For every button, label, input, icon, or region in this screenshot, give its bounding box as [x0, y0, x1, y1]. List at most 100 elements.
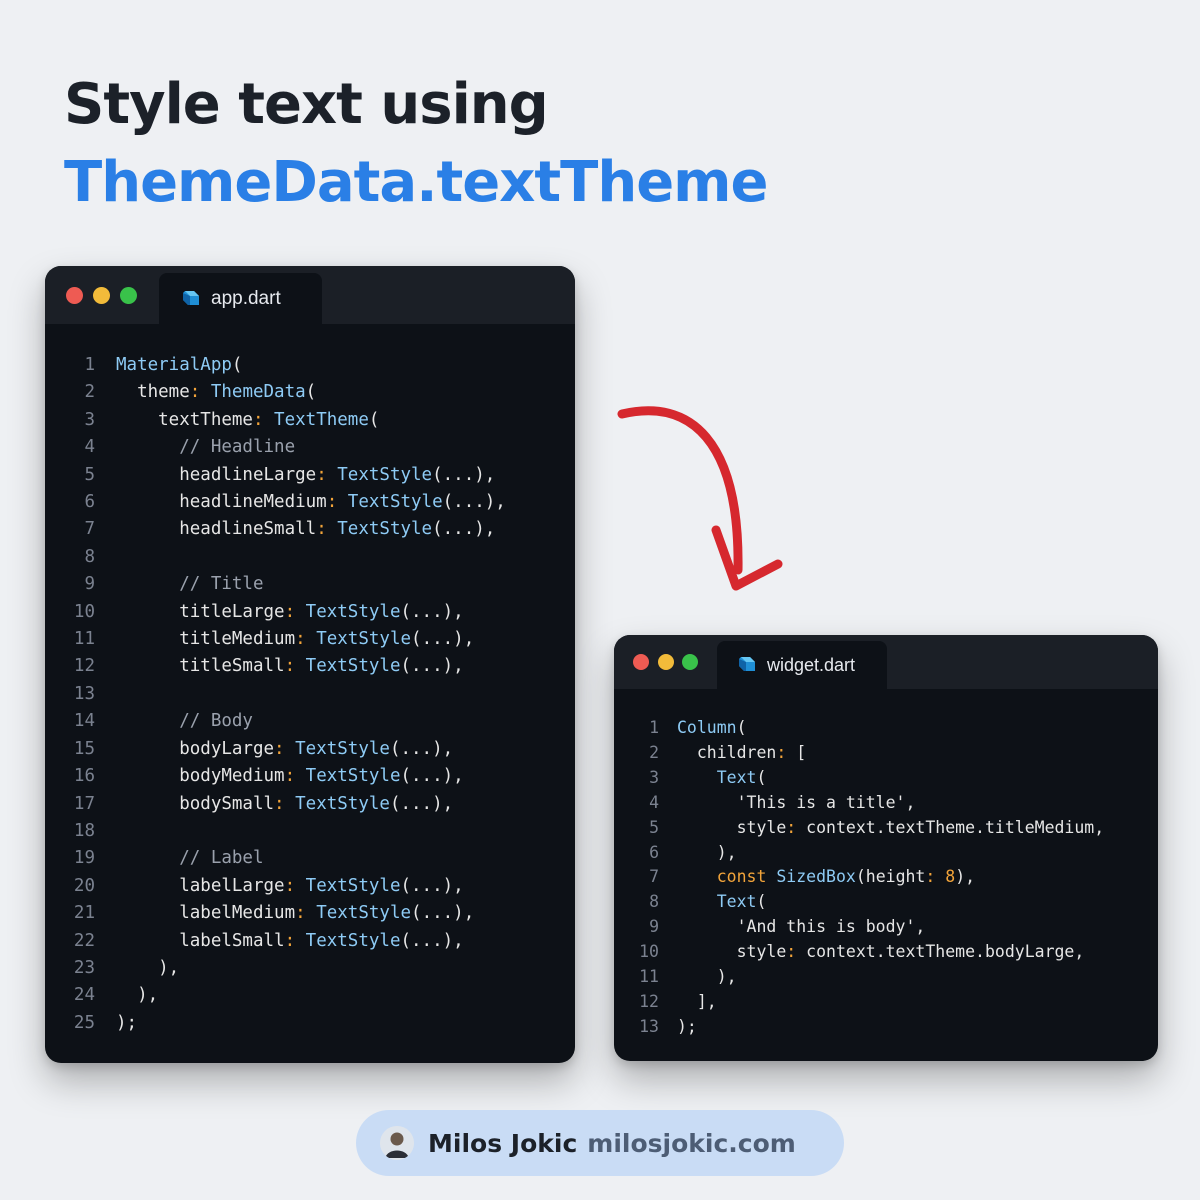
- line-number: 3: [649, 767, 659, 787]
- code-token: titleLarge: [116, 601, 285, 622]
- minimize-window-button[interactable]: [658, 654, 674, 670]
- code-token: headlineMedium: [116, 492, 327, 513]
- line-number: 25: [73, 1012, 95, 1033]
- code-token: (...),: [400, 766, 464, 787]
- file-tab-app[interactable]: app.dart: [159, 273, 322, 324]
- code-token: :: [252, 409, 275, 430]
- code-token: context.textTheme.titleMedium: [806, 817, 1095, 837]
- code-line: 9 'And this is body',: [614, 915, 1158, 940]
- maximize-window-button[interactable]: [682, 654, 698, 670]
- code-line: 15 bodyLarge: TextStyle(...),: [45, 736, 575, 763]
- line-number: 11: [639, 967, 659, 987]
- code-token: ),: [955, 867, 976, 887]
- code-token: ),: [116, 957, 180, 978]
- line-number: 13: [73, 683, 95, 704]
- code-token: titleSmall: [116, 656, 285, 677]
- line-number: 4: [84, 437, 95, 458]
- code-line: 16 bodyMedium: TextStyle(...),: [45, 763, 575, 790]
- code-line: 12 ],: [614, 990, 1158, 1015]
- code-token: );: [677, 1016, 697, 1036]
- close-window-button[interactable]: [66, 287, 83, 304]
- file-tab-widget[interactable]: widget.dart: [717, 641, 887, 689]
- line-number: 17: [73, 793, 95, 814]
- code-token: ),: [677, 842, 737, 862]
- code-line: 3 Text(: [614, 766, 1158, 791]
- author-site[interactable]: milosjokic.com: [587, 1129, 796, 1158]
- line-number: 16: [73, 766, 95, 787]
- line-number: 11: [73, 629, 95, 650]
- code-line: 22 labelSmall: TextStyle(...),: [45, 928, 575, 955]
- code-token: labelMedium: [116, 903, 296, 924]
- author-pill[interactable]: Milos Jokic milosjokic.com: [356, 1110, 844, 1176]
- code-token: :: [284, 656, 306, 677]
- code-token: ),: [116, 985, 159, 1006]
- code-token: bodySmall: [116, 793, 275, 814]
- author-name: Milos Jokic: [428, 1128, 578, 1158]
- code-token: ,: [915, 917, 926, 937]
- maximize-window-button[interactable]: [120, 287, 137, 304]
- line-number: 10: [639, 942, 659, 962]
- title-line-1: Style text using: [64, 72, 549, 137]
- code-token: headlineLarge: [116, 464, 317, 485]
- code-token: 'And this is body': [677, 917, 916, 937]
- code-line: 5 headlineLarge: TextStyle(...),: [45, 462, 575, 489]
- code-editor[interactable]: 1 Column(2 children: [3 Text(4 'This is a…: [614, 689, 1158, 1040]
- line-number: 1: [84, 355, 95, 375]
- line-number: 15: [73, 738, 95, 759]
- line-number: 13: [639, 1016, 659, 1036]
- line-number: 18: [73, 820, 95, 841]
- code-token: (...),: [400, 930, 464, 951]
- line-number: 6: [84, 492, 95, 513]
- code-line: 7 headlineSmall: TextStyle(...),: [45, 516, 575, 543]
- dart-icon: [183, 290, 199, 305]
- code-token: :: [284, 930, 306, 951]
- code-token: TextTheme: [274, 409, 369, 430]
- line-number: 12: [639, 991, 659, 1011]
- code-token: (...),: [432, 464, 496, 485]
- code-token: ),: [677, 967, 737, 987]
- code-token: bodyMedium: [116, 766, 285, 787]
- line-number: 23: [73, 957, 95, 978]
- curved-arrow-icon: [617, 406, 783, 591]
- code-line: 18: [45, 818, 575, 845]
- minimize-window-button[interactable]: [93, 287, 110, 304]
- code-token: :: [284, 766, 306, 787]
- code-token: TextStyle: [347, 492, 443, 513]
- code-line: 13);: [614, 1015, 1158, 1040]
- code-line: 12 titleSmall: TextStyle(...),: [45, 653, 575, 680]
- line-number: 21: [73, 903, 95, 924]
- code-token: ,: [1094, 817, 1105, 837]
- code-line: 11 titleMedium: TextStyle(...),: [45, 626, 575, 653]
- code-token: TextStyle: [305, 601, 401, 622]
- code-line: 4 'This is a title',: [614, 791, 1158, 816]
- code-line: 19 // Label: [45, 845, 575, 872]
- code-token: (...),: [411, 903, 475, 924]
- code-token: ,: [1074, 942, 1085, 962]
- code-window-widget: widget.dart 1 Column(2 children: [3 Text(…: [614, 635, 1158, 1061]
- code-token: TextStyle: [305, 875, 401, 896]
- code-token: TextStyle: [337, 519, 433, 540]
- line-number: 3: [84, 409, 95, 430]
- code-token: :: [274, 793, 296, 814]
- code-token: (...),: [389, 793, 454, 814]
- code-token: :: [786, 817, 807, 837]
- code-line: 17 bodySmall: TextStyle(...),: [45, 791, 575, 818]
- code-token: TextStyle: [305, 656, 401, 677]
- code-token: (: [756, 892, 767, 912]
- tab-label: widget.dart: [767, 654, 856, 675]
- code-token: MaterialApp: [116, 355, 232, 375]
- code-line: 14 // Body: [45, 708, 575, 735]
- code-token: Text: [677, 767, 757, 787]
- code-editor[interactable]: 1 MaterialApp(2 theme: ThemeData(3 textTh…: [45, 324, 575, 1037]
- code-token: ,: [905, 792, 916, 812]
- window-titlebar: app.dart: [45, 266, 575, 324]
- close-window-button[interactable]: [633, 654, 649, 670]
- code-line: 24 ),: [45, 982, 575, 1009]
- code-token: theme: [116, 382, 190, 403]
- line-number: 5: [649, 817, 659, 837]
- line-number: 4: [649, 792, 659, 812]
- code-token: textTheme: [116, 409, 253, 430]
- line-number: 14: [73, 711, 95, 732]
- code-token: // Body: [116, 711, 253, 732]
- code-line: 1 MaterialApp(: [45, 352, 575, 379]
